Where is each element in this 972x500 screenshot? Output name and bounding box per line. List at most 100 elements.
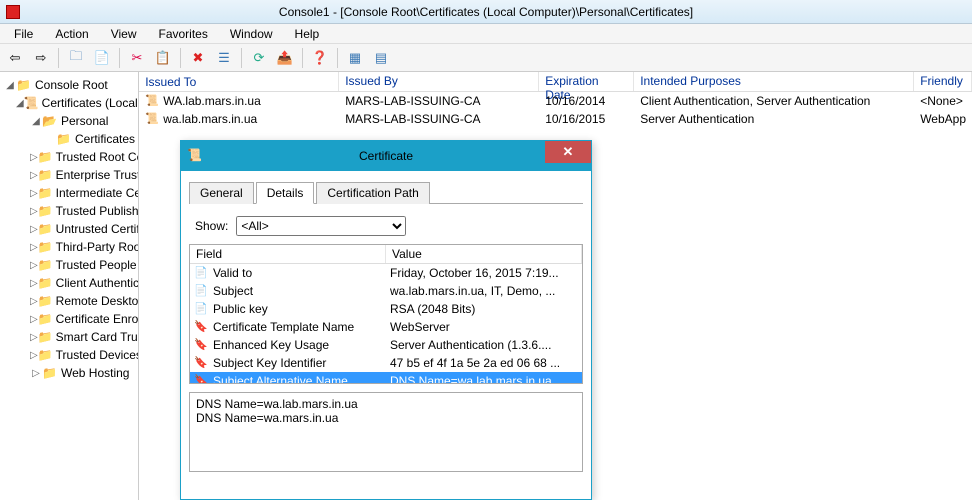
col-purposes[interactable]: Intended Purposes (634, 72, 914, 91)
expand-icon[interactable]: ▷ (30, 188, 38, 199)
field-value: Friday, October 16, 2015 7:19... (386, 265, 582, 281)
cell-purposes: Server Authentication (634, 111, 914, 127)
tab-general[interactable]: General (189, 182, 254, 204)
show-hide-button[interactable]: 📄 (91, 47, 113, 69)
cell-issued-to: wa.lab.mars.in.ua (163, 112, 257, 126)
properties-button[interactable]: ☰ (213, 47, 235, 69)
col-friendly[interactable]: Friendly (914, 72, 972, 91)
help-button[interactable]: ❓ (309, 47, 331, 69)
folder-icon: 📁 (38, 168, 53, 182)
field-row[interactable]: 🔖Subject Alternative NameDNS Name=wa.lab… (190, 372, 582, 384)
field-row[interactable]: 📄Subjectwa.lab.mars.in.ua, IT, Demo, ... (190, 282, 582, 300)
tab-details[interactable]: Details (256, 182, 315, 204)
certificate-icon: 📜 (145, 94, 161, 108)
certificate-row[interactable]: 📜WA.lab.mars.in.uaMARS-LAB-ISSUING-CA10/… (139, 92, 972, 110)
field-name: Public key (213, 302, 268, 316)
field-name: Subject (213, 284, 253, 298)
certificate-row[interactable]: 📜wa.lab.mars.in.uaMARS-LAB-ISSUING-CA10/… (139, 110, 972, 128)
cell-issued-by: MARS-LAB-ISSUING-CA (339, 93, 539, 109)
tree-item[interactable]: ▷📁Remote Desktop (2, 292, 136, 310)
tree-view[interactable]: ◢ 📁 Console Root ◢ 📜 Certificates (Local… (0, 72, 139, 500)
up-button[interactable]: 🗀 (65, 47, 87, 69)
tree-item[interactable]: ▷📁Trusted Devices (2, 346, 136, 364)
collapse-icon[interactable]: ◢ (30, 116, 42, 127)
field-row[interactable]: 📄Public keyRSA (2048 Bits) (190, 300, 582, 318)
tree-certificates-local[interactable]: ◢ 📜 Certificates (Local Comp (2, 94, 136, 112)
tree-item[interactable]: ▷📁Client Authentication (2, 274, 136, 292)
menu-file[interactable]: File (4, 25, 43, 43)
tree-item[interactable]: ▷📁Untrusted Certificate (2, 220, 136, 238)
delete-button[interactable]: ✖ (187, 47, 209, 69)
tree-item[interactable]: ▷📁Web Hosting (2, 364, 136, 382)
field-list[interactable]: Field Value 📄Valid toFriday, October 16,… (189, 244, 583, 384)
tree-item[interactable]: ▷📁Intermediate Certific (2, 184, 136, 202)
field-name: Enhanced Key Usage (213, 338, 329, 352)
tree-item[interactable]: ▷📁Trusted Publishers (2, 202, 136, 220)
separator (337, 48, 338, 68)
view-button-2[interactable]: ▤ (370, 47, 392, 69)
field-row[interactable]: 🔖Enhanced Key UsageServer Authentication… (190, 336, 582, 354)
refresh-button[interactable]: ⟳ (248, 47, 270, 69)
folder-icon: 📁 (38, 258, 53, 272)
field-row[interactable]: 🔖Subject Key Identifier47 b5 ef 4f 1a 5e… (190, 354, 582, 372)
field-name: Valid to (213, 266, 252, 280)
copy-button[interactable]: 📋 (152, 47, 174, 69)
tree-personal[interactable]: ◢ 📂 Personal (2, 112, 136, 130)
field-row[interactable]: 🔖Certificate Template NameWebServer (190, 318, 582, 336)
folder-icon: 📁 (38, 222, 53, 236)
tree-item[interactable]: ▷📁Enterprise Trust (2, 166, 136, 184)
menu-favorites[interactable]: Favorites (149, 25, 218, 43)
export-button[interactable]: 📤 (274, 47, 296, 69)
expand-icon[interactable]: ▷ (30, 206, 38, 217)
field-row[interactable]: 📄Valid toFriday, October 16, 2015 7:19..… (190, 264, 582, 282)
field-name: Subject Alternative Name (213, 374, 348, 384)
expand-icon[interactable]: ▷ (30, 242, 38, 253)
expand-icon[interactable]: ▷ (30, 224, 38, 235)
tree-item[interactable]: ▷📁Certificate Enrollmer (2, 310, 136, 328)
field-icon: 📄 (194, 302, 210, 316)
menu-help[interactable]: Help (285, 25, 330, 43)
expand-icon[interactable]: ▷ (30, 368, 42, 379)
folder-icon: 📂 (42, 114, 58, 128)
expand-icon[interactable]: ▷ (30, 350, 38, 361)
menu-action[interactable]: Action (45, 25, 98, 43)
collapse-icon[interactable]: ◢ (4, 80, 16, 91)
tree-item[interactable]: ▷📁Smart Card Trusted (2, 328, 136, 346)
certificate-icon: 📜 (145, 112, 161, 126)
back-button[interactable]: ⇦ (4, 47, 26, 69)
field-header-value[interactable]: Value (386, 245, 582, 263)
expand-icon[interactable]: ▷ (30, 152, 38, 163)
tree-item[interactable]: ▷📁Third-Party Root Ce (2, 238, 136, 256)
tab-certification-path[interactable]: Certification Path (316, 182, 429, 204)
field-value: WebServer (386, 319, 582, 335)
col-issued-to[interactable]: Issued To (139, 72, 339, 91)
collapse-icon[interactable]: ◢ (16, 98, 24, 109)
menu-window[interactable]: Window (220, 25, 283, 43)
col-expiration[interactable]: Expiration Date (539, 72, 634, 91)
expand-icon[interactable]: ▷ (30, 332, 38, 343)
dialog-titlebar[interactable]: 📜 Certificate ✕ (181, 141, 591, 171)
expand-icon[interactable]: ▷ (30, 170, 38, 181)
value-textbox[interactable]: DNS Name=wa.lab.mars.in.ua DNS Name=wa.m… (189, 392, 583, 472)
folder-icon: 📁 (38, 204, 53, 218)
tree-certificates[interactable]: 📁 Certificates (2, 130, 136, 148)
tree-item[interactable]: ▷📁Trusted Root Certific (2, 148, 136, 166)
show-select[interactable]: <All> (236, 216, 406, 236)
menu-view[interactable]: View (101, 25, 147, 43)
view-button-1[interactable]: ▦ (344, 47, 366, 69)
cut-button[interactable]: ✂ (126, 47, 148, 69)
col-issued-by[interactable]: Issued By (339, 72, 539, 91)
tree-label: Web Hosting (61, 366, 129, 380)
forward-button[interactable]: ⇨ (30, 47, 52, 69)
folder-icon: 📁 (38, 276, 53, 290)
expand-icon[interactable]: ▷ (30, 296, 38, 307)
field-header-field[interactable]: Field (190, 245, 386, 263)
close-button[interactable]: ✕ (545, 141, 591, 163)
expand-icon[interactable]: ▷ (30, 260, 38, 271)
cell-expiration: 10/16/2014 (539, 93, 634, 109)
field-icon: 🔖 (194, 338, 210, 352)
tree-console-root[interactable]: ◢ 📁 Console Root (2, 76, 136, 94)
expand-icon[interactable]: ▷ (30, 314, 38, 325)
tree-item[interactable]: ▷📁Trusted People (2, 256, 136, 274)
expand-icon[interactable]: ▷ (30, 278, 38, 289)
